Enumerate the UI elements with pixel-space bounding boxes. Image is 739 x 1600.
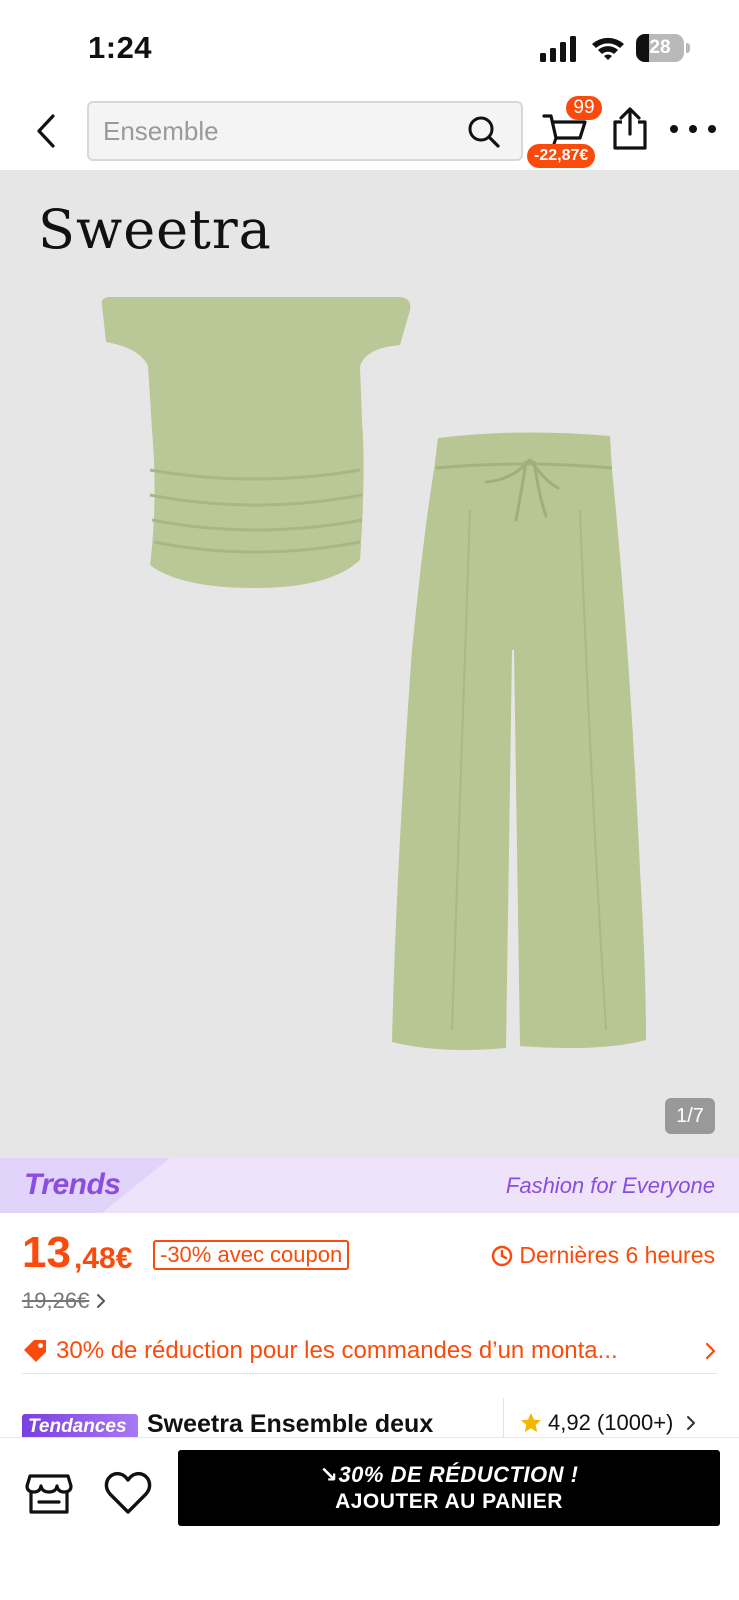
cta-add-label: AJOUTER AU PANIER (335, 1490, 563, 1513)
coupon-badge: -30% avec coupon (153, 1240, 350, 1270)
more-icon (670, 125, 678, 133)
status-bar: 1:24 28 (0, 0, 739, 92)
more-options-button[interactable] (670, 114, 716, 144)
chevron-right-icon (687, 1416, 696, 1430)
chevron-right-icon (705, 1342, 716, 1359)
wifi-icon (592, 37, 624, 60)
price-decimal: ,48€ (74, 1242, 133, 1275)
cart-count-badge: 99 (566, 96, 602, 120)
title-row: Tendances Sweetra Ensemble deux 4,92 (10… (0, 1398, 739, 1442)
battery-level: 28 (649, 37, 671, 58)
top-nav-bar: 99 -22,87€ (0, 92, 739, 170)
tag-icon (24, 1339, 46, 1362)
product-photo (101, 297, 646, 1050)
cta-discount-label: ↘30% DE RÉDUCTION ! (319, 1462, 579, 1487)
countdown-timer: Dernières 6 heures (491, 1242, 715, 1269)
price-row: 13 ,48€ -30% avec coupon Dernières 6 heu… (0, 1228, 739, 1278)
share-icon[interactable] (610, 106, 650, 152)
heart-icon[interactable] (102, 1468, 154, 1518)
chevron-right-icon (97, 1294, 106, 1308)
image-counter: 1/7 (665, 1098, 715, 1134)
old-price-link[interactable]: 19,26€ (22, 1286, 107, 1316)
rating-link[interactable]: 4,92 (1000+) (520, 1410, 697, 1436)
back-icon (37, 114, 55, 148)
cellular-signal-icon (540, 36, 576, 62)
trends-tagline: Fashion for Everyone (505, 1173, 715, 1198)
promo-row[interactable]: 30% de réduction pour les commandes d’un… (22, 1328, 717, 1374)
status-time: 1:24 (88, 30, 153, 65)
timer-text: Dernières 6 heures (519, 1242, 715, 1268)
clock-icon (492, 1245, 513, 1266)
search-icon[interactable] (467, 115, 501, 149)
promo-text: 30% de réduction pour les commandes d’un… (56, 1336, 618, 1364)
bottom-action-bar: ↘30% DE RÉDUCTION ! AJOUTER AU PANIER (0, 1437, 739, 1600)
brand-logo: Sweetra (38, 198, 272, 261)
price-integer: 13 (22, 1228, 71, 1277)
cart-discount-badge: -22,87€ (527, 144, 596, 168)
search-box[interactable] (87, 101, 523, 161)
product-title: Sweetra Ensemble deux (147, 1410, 434, 1438)
old-price: 19,26€ (22, 1288, 90, 1313)
search-input[interactable] (103, 103, 443, 159)
store-icon[interactable] (24, 1468, 74, 1518)
star-icon (521, 1413, 541, 1432)
trends-logo: Trends (24, 1168, 121, 1201)
trends-banner[interactable]: Trends Fashion for Everyone (0, 1158, 739, 1213)
back-button[interactable] (26, 108, 66, 154)
product-image-gallery[interactable]: Sweetra 1/7 (0, 170, 739, 1158)
rating-value: 4,92 (1000+) (548, 1410, 674, 1435)
add-to-cart-button[interactable]: ↘30% DE RÉDUCTION ! AJOUTER AU PANIER (178, 1450, 720, 1526)
battery-icon: 28 (636, 34, 690, 62)
